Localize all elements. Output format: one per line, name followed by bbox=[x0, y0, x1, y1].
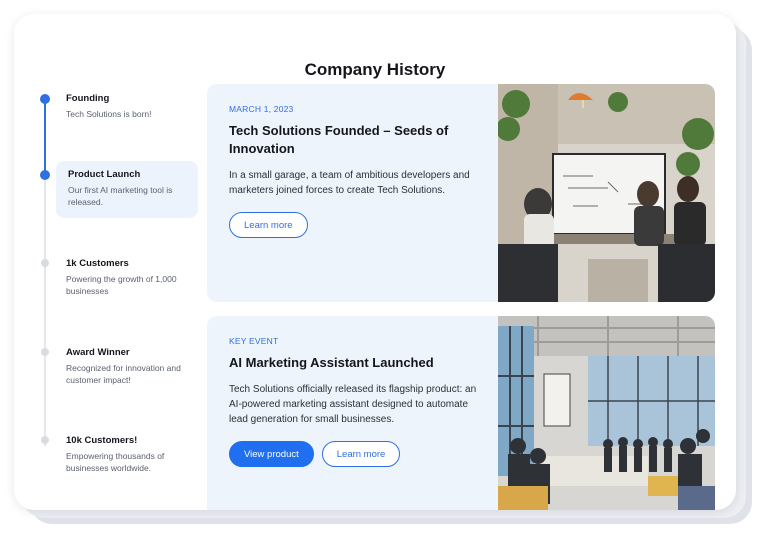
timeline-label: 10k Customers! bbox=[66, 435, 138, 446]
timeline-label: Award Winner bbox=[66, 347, 130, 358]
timeline-item-founding[interactable]: Founding Tech Solutions is born! bbox=[54, 93, 196, 120]
timeline-desc: Our first AI marketing tool is released. bbox=[68, 185, 173, 207]
timeline-label: Founding bbox=[66, 93, 110, 104]
timeline-dot-product-launch[interactable] bbox=[40, 170, 50, 180]
view-product-button[interactable]: View product bbox=[229, 441, 314, 467]
timeline-dot-1k-customers[interactable] bbox=[41, 259, 49, 267]
event-description: Tech Solutions officially released its f… bbox=[229, 384, 477, 425]
timeline-dot-founding[interactable] bbox=[40, 94, 50, 104]
timeline-item-1k-customers[interactable]: 1k Customers Powering the growth of 1,00… bbox=[54, 258, 196, 297]
learn-more-button[interactable]: Learn more bbox=[321, 441, 401, 467]
timeline-desc: Tech Solutions is born! bbox=[66, 109, 152, 119]
event-date: MARCH 1, 2023 bbox=[229, 104, 294, 114]
timeline-progress bbox=[44, 100, 46, 176]
timeline-desc: Empowering thousands of businesses world… bbox=[66, 451, 165, 473]
event-panel-founded: MARCH 1, 2023 Tech Solutions Founded – S… bbox=[207, 84, 715, 302]
event-panel-ai-assistant: KEY EVENT AI Marketing Assistant Launche… bbox=[207, 316, 715, 510]
event-tag: KEY EVENT bbox=[229, 336, 279, 346]
timeline-dot-award-winner[interactable] bbox=[41, 348, 49, 356]
timeline-label: 1k Customers bbox=[66, 258, 129, 269]
timeline-item-product-launch[interactable]: Product Launch Our first AI marketing to… bbox=[56, 161, 198, 218]
event-title: AI Marketing Assistant Launched bbox=[229, 355, 434, 370]
page-title: Company History bbox=[304, 60, 446, 79]
event-title: Tech Solutions Founded – Seeds of Innova… bbox=[229, 123, 449, 156]
timeline-desc: Recognized for innovation and customer i… bbox=[66, 363, 181, 385]
learn-more-button[interactable]: Learn more bbox=[229, 212, 308, 238]
timeline-item-10k-customers[interactable]: 10k Customers! Empowering thousands of b… bbox=[54, 435, 196, 474]
timeline-desc: Powering the growth of 1,000 businesses bbox=[66, 274, 177, 296]
history-card: Company History Founding Tech Solutions … bbox=[14, 14, 736, 510]
team-meeting-photo bbox=[498, 84, 715, 302]
timeline-item-award-winner[interactable]: Award Winner Recognized for innovation a… bbox=[54, 347, 196, 386]
timeline-dot-10k-customers[interactable] bbox=[41, 436, 49, 444]
timeline-label: Product Launch bbox=[68, 169, 141, 180]
launch-event-photo bbox=[498, 316, 715, 510]
event-description: In a small garage, a team of ambitious d… bbox=[229, 170, 470, 196]
